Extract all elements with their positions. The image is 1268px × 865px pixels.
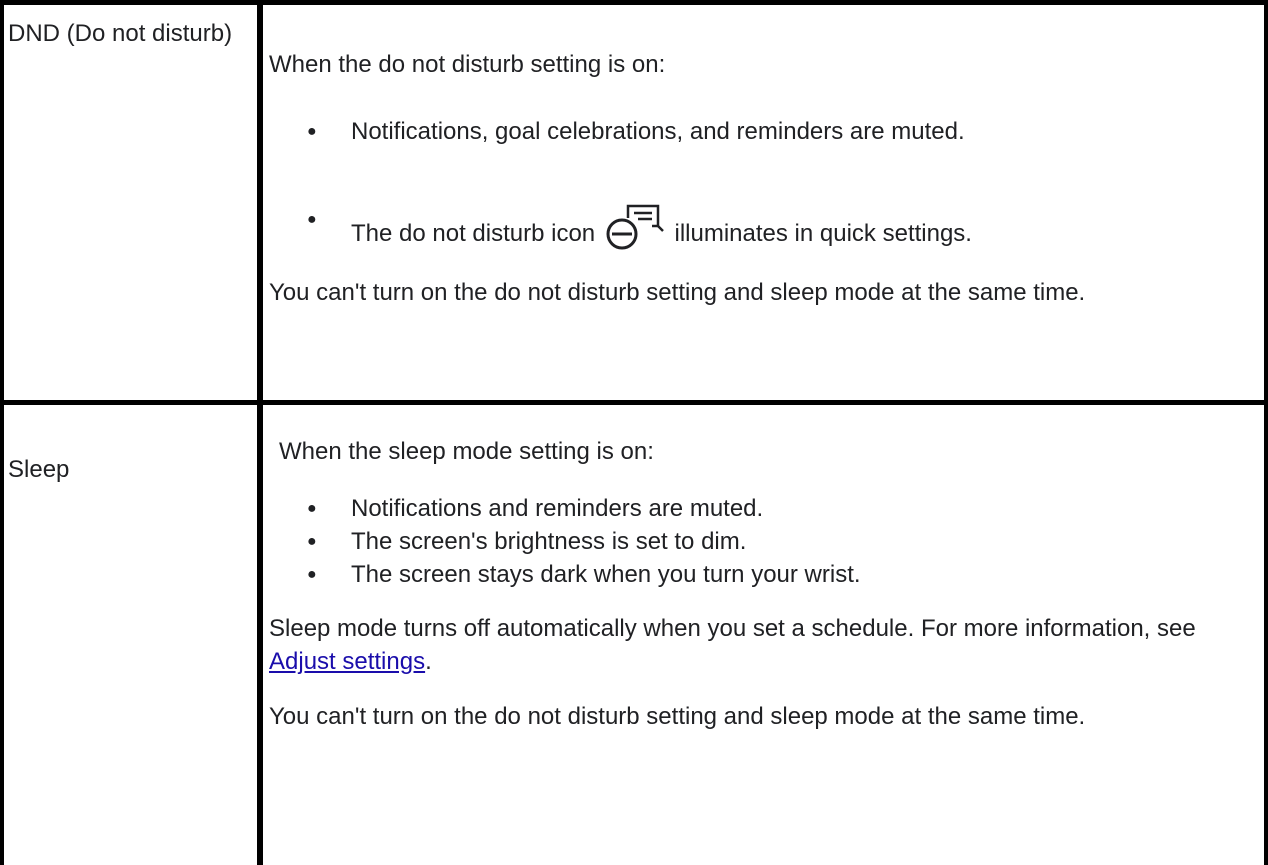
bullet-dot: ● xyxy=(307,500,317,517)
list-item: ● The screen's brightness is set to dim. xyxy=(269,525,1239,558)
bullet-dot: ● xyxy=(307,211,317,228)
dnd-bullet-list: ● Notifications, goal celebrations, and … xyxy=(269,115,1239,260)
adjust-settings-link[interactable]: Adjust settings xyxy=(269,648,425,675)
dnd-label: DND (Do not disturb) xyxy=(8,20,233,47)
list-item: ● Notifications and reminders are muted. xyxy=(269,492,1239,525)
column-divider xyxy=(257,5,263,865)
sleep-label: Sleep xyxy=(8,456,70,483)
sleep-note: You can't turn on the do not disturb set… xyxy=(269,703,1086,730)
sleep-bullet-list: ● Notifications and reminders are muted.… xyxy=(269,492,1239,591)
sleep-description: When the sleep mode setting is on: ● Not… xyxy=(269,405,1239,733)
dnd-note: You can't turn on the do not disturb set… xyxy=(269,279,1086,306)
list-item: ● The screen stays dark when you turn yo… xyxy=(269,558,1239,591)
dnd-intro: When the do not disturb setting is on: xyxy=(269,51,666,78)
sleep-intro: When the sleep mode setting is on: xyxy=(279,438,654,465)
sleep-schedule-paragraph: Sleep mode turns off automatically when … xyxy=(269,615,1196,675)
dnd-description: When the do not disturb setting is on: ●… xyxy=(269,5,1239,309)
do-not-disturb-icon xyxy=(606,203,664,260)
bullet-dot: ● xyxy=(307,533,317,550)
list-item: ● The do not disturb icon illuminates in… xyxy=(269,203,1239,260)
settings-table: DND (Do not disturb) When the do not dis… xyxy=(0,0,1268,865)
list-item: ● Notifications, goal celebrations, and … xyxy=(269,115,1239,148)
bullet-dot: ● xyxy=(307,123,317,140)
bullet-dot: ● xyxy=(307,566,317,583)
